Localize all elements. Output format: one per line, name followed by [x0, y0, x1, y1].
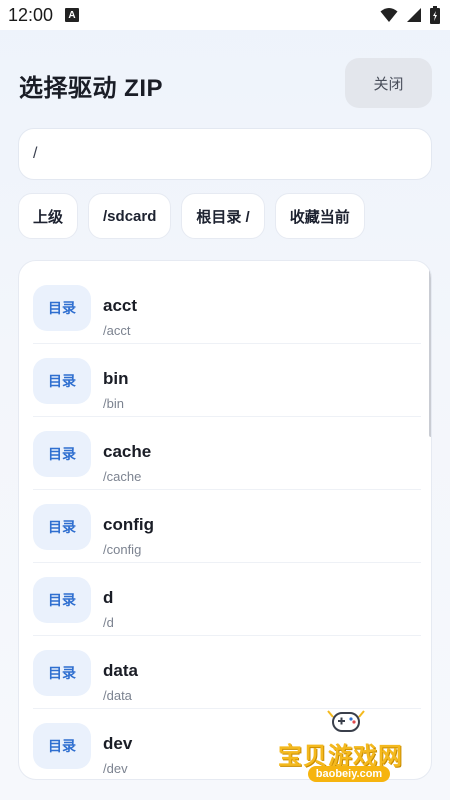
list-item[interactable]: 目录 cache /cache	[33, 417, 421, 490]
folder-badge: 目录	[33, 650, 91, 696]
folder-badge: 目录	[33, 431, 91, 477]
page-title: 选择驱动 ZIP	[19, 75, 164, 102]
item-name: dev	[103, 734, 133, 753]
folder-badge: 目录	[33, 504, 91, 550]
folder-badge: 目录	[33, 358, 91, 404]
signal-icon	[407, 8, 421, 22]
item-path: /bin	[103, 396, 124, 411]
item-path: /dev	[103, 761, 128, 776]
item-name: data	[103, 661, 138, 680]
item-name: cache	[103, 442, 152, 461]
list-item[interactable]: 目录 bin /bin	[33, 344, 421, 417]
parent-dir-button[interactable]: 上级	[18, 193, 79, 239]
gamepad-icon	[327, 710, 365, 732]
sdcard-button[interactable]: /sdcard	[88, 193, 172, 239]
item-name: d	[103, 588, 114, 607]
root-dir-button[interactable]: 根目录 /	[181, 193, 265, 239]
quick-nav-chips: 上级 /sdcard 根目录 / 收藏当前	[18, 193, 365, 239]
item-name: bin	[103, 369, 129, 388]
wifi-icon	[380, 8, 398, 22]
scrollbar[interactable]	[429, 261, 431, 437]
path-input[interactable]: /	[18, 128, 432, 180]
item-name: config	[103, 515, 154, 534]
list-item[interactable]: 目录 data /data	[33, 636, 421, 709]
notification-icon: A	[65, 8, 80, 22]
watermark-logo: 宝贝游戏网 baobeiy.com	[272, 706, 422, 782]
status-bar: 12:00 A	[0, 0, 450, 30]
folder-badge: 目录	[33, 577, 91, 623]
folder-badge: 目录	[33, 723, 91, 769]
favorite-current-button[interactable]: 收藏当前	[274, 193, 365, 239]
item-path: /acct	[103, 323, 131, 338]
directory-list[interactable]: 目录 acct /acct 目录 bin /bin 目录 cache /cach…	[18, 260, 432, 780]
folder-badge: 目录	[33, 285, 91, 331]
item-path: /d	[103, 615, 114, 630]
status-time: 12:00	[8, 4, 54, 25]
status-left: 12:00 A	[8, 4, 80, 26]
list-item[interactable]: 目录 d /d	[33, 563, 421, 636]
watermark-url: baobeiy.com	[308, 766, 390, 782]
battery-icon	[430, 6, 440, 24]
close-button[interactable]: 关闭	[345, 58, 432, 108]
item-path: /data	[103, 688, 132, 703]
item-name: acct	[103, 296, 138, 315]
list-item[interactable]: 目录 acct /acct	[33, 271, 421, 344]
list-item[interactable]: 目录 config /config	[33, 490, 421, 563]
item-path: /config	[103, 542, 142, 557]
status-right	[380, 6, 440, 24]
item-path: /cache	[103, 469, 142, 484]
